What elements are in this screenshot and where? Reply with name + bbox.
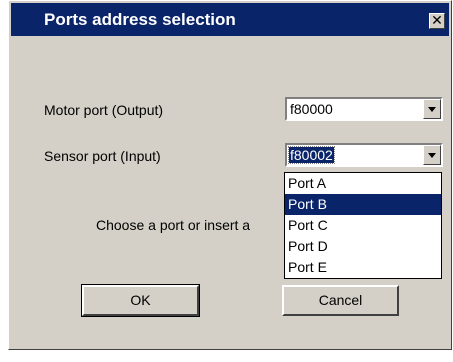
option-port-e[interactable]: Port E xyxy=(285,257,441,278)
motor-port-value: f80000 xyxy=(290,101,333,117)
option-port-d[interactable]: Port D xyxy=(285,236,441,257)
sensor-port-dropdown-button[interactable] xyxy=(423,145,441,165)
sensor-port-options-list[interactable]: Port A Port B Port C Port D Port E xyxy=(284,172,442,279)
option-port-a[interactable]: Port A xyxy=(285,173,441,194)
sensor-port-label: Sensor port (Input) xyxy=(44,148,161,164)
title-bar: Ports address selection ✕ xyxy=(11,3,449,36)
motor-port-dropdown-button[interactable] xyxy=(423,99,441,119)
hint-text: Choose a port or insert a xyxy=(96,217,251,233)
dialog-title: Ports address selection xyxy=(44,10,236,29)
motor-port-combo[interactable]: f80000 xyxy=(285,97,443,121)
cancel-button[interactable]: Cancel xyxy=(282,285,399,316)
motor-port-label: Motor port (Output) xyxy=(44,102,164,118)
chevron-down-icon xyxy=(428,153,436,158)
chevron-down-icon xyxy=(428,107,436,112)
option-port-b[interactable]: Port B xyxy=(285,194,441,215)
close-button[interactable]: ✕ xyxy=(429,13,445,29)
close-icon: ✕ xyxy=(431,12,443,28)
option-port-c[interactable]: Port C xyxy=(285,215,441,236)
ok-button[interactable]: OK xyxy=(81,284,200,317)
sensor-port-value: f80002 xyxy=(288,146,335,164)
sensor-port-combo[interactable]: f80002 xyxy=(285,143,443,167)
